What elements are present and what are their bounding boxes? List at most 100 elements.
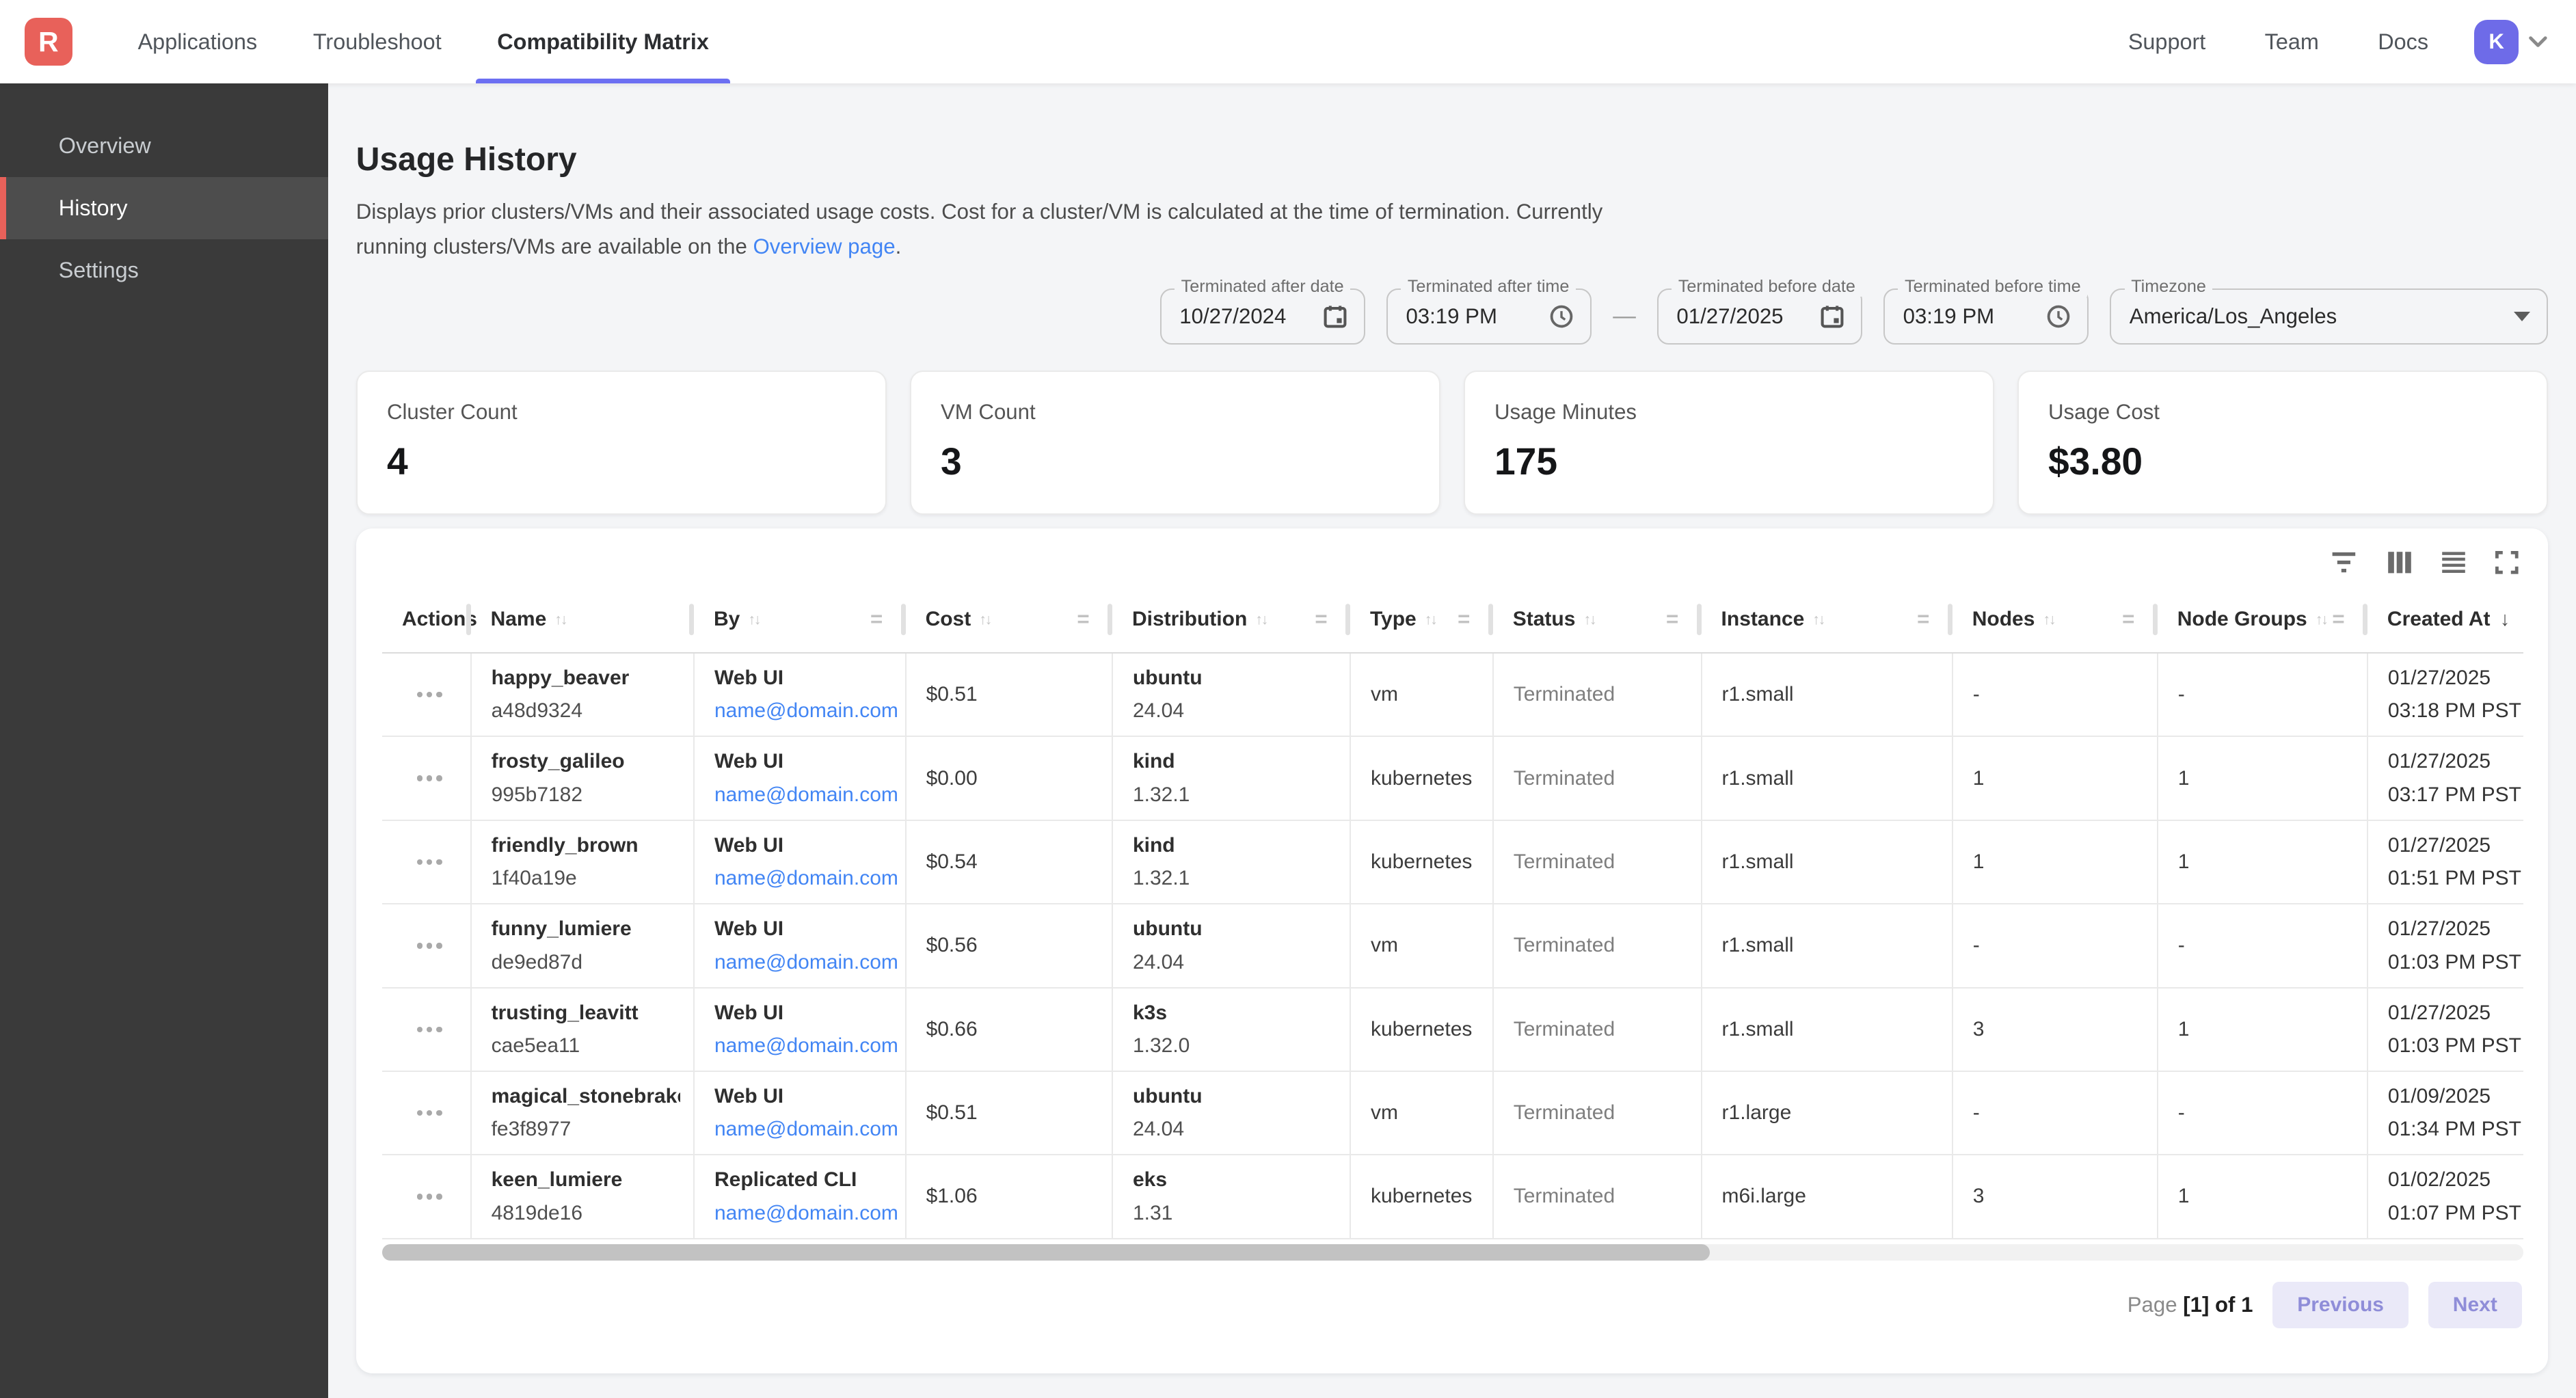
column-menu-icon[interactable]: = bbox=[1315, 607, 1327, 632]
sort-arrows-icon[interactable]: ↑↓ bbox=[1425, 610, 1436, 628]
column-header-node-groups[interactable]: Node Groups ↑↓ = bbox=[2158, 587, 2367, 653]
user-email-link[interactable]: name@domain.com bbox=[714, 867, 892, 890]
calendar-icon[interactable] bbox=[1820, 304, 1844, 329]
chevron-down-icon[interactable] bbox=[2528, 36, 2548, 49]
distribution-cell: k3s 1.32.0 bbox=[1112, 988, 1350, 1071]
column-menu-icon[interactable]: = bbox=[870, 607, 883, 632]
sort-arrows-icon[interactable]: ↑↓ bbox=[1812, 610, 1824, 628]
nav-item-docs[interactable]: Docs bbox=[2348, 0, 2458, 83]
fullscreen-icon[interactable] bbox=[2495, 551, 2519, 574]
calendar-icon[interactable] bbox=[1323, 304, 1347, 329]
table-horizontal-scrollbar[interactable] bbox=[382, 1244, 2523, 1261]
status-cell: Terminated bbox=[1493, 988, 1702, 1071]
filter-icon[interactable] bbox=[2330, 552, 2358, 573]
user-email-link[interactable]: name@domain.com bbox=[714, 699, 892, 723]
column-header-cost[interactable]: Cost ↑↓ = bbox=[906, 587, 1112, 653]
column-resize-handle[interactable] bbox=[2153, 604, 2158, 636]
column-menu-icon[interactable]: = bbox=[2122, 607, 2134, 632]
row-actions-button[interactable] bbox=[410, 937, 448, 956]
column-resize-handle[interactable] bbox=[1108, 604, 1112, 636]
nav-item-team[interactable]: Team bbox=[2235, 0, 2348, 83]
previous-page-button[interactable]: Previous bbox=[2272, 1282, 2409, 1328]
column-resize-handle[interactable] bbox=[689, 604, 694, 636]
clock-icon[interactable] bbox=[2046, 304, 2071, 329]
column-resize-handle[interactable] bbox=[1697, 604, 1702, 636]
column-header-instance[interactable]: Instance ↑↓ = bbox=[1702, 587, 1953, 653]
sort-arrows-icon[interactable]: ↑↓ bbox=[554, 610, 566, 628]
column-menu-icon[interactable]: = bbox=[1458, 607, 1470, 632]
status-cell: Terminated bbox=[1493, 820, 1702, 904]
terminated-after-time-field[interactable]: Terminated after time 03:19 PM bbox=[1386, 288, 1592, 345]
instance-value: r1.small bbox=[1722, 683, 1794, 705]
column-resize-handle[interactable] bbox=[1488, 604, 1493, 636]
sort-arrows-icon[interactable]: ↑↓ bbox=[2316, 610, 2327, 628]
timezone-select[interactable]: Timezone America/Los_Angeles bbox=[2110, 288, 2548, 345]
node-groups-value: - bbox=[2178, 934, 2185, 956]
sidebar: Overview History Settings bbox=[0, 83, 328, 1397]
column-header-status[interactable]: Status ↑↓ = bbox=[1493, 587, 1702, 653]
name-cell: trusting_leavitt cae5ea11 bbox=[471, 988, 694, 1071]
column-header-created-at[interactable]: Created At ↓ bbox=[2367, 587, 2523, 653]
created-by-source: Web UI bbox=[714, 917, 892, 941]
row-actions-button[interactable] bbox=[410, 685, 448, 704]
user-email-link[interactable]: name@domain.com bbox=[714, 951, 892, 974]
distribution-cell: ubuntu 24.04 bbox=[1112, 904, 1350, 987]
user-email-link[interactable]: name@domain.com bbox=[714, 1118, 892, 1141]
terminated-before-date-field[interactable]: Terminated before date 01/27/2025 bbox=[1657, 288, 1862, 345]
table-row: frosty_galileo 995b7182 Web UI name@doma… bbox=[382, 736, 2523, 820]
sort-arrows-icon[interactable]: ↑↓ bbox=[2043, 610, 2054, 628]
nav-item-support[interactable]: Support bbox=[2099, 0, 2236, 83]
avatar[interactable]: K bbox=[2474, 20, 2519, 64]
columns-icon[interactable] bbox=[2387, 551, 2412, 574]
sort-arrows-icon[interactable]: ↑↓ bbox=[748, 610, 760, 628]
column-resize-handle[interactable] bbox=[1345, 604, 1350, 636]
sort-desc-icon[interactable]: ↓ bbox=[2500, 608, 2510, 631]
actions-cell bbox=[382, 1155, 471, 1238]
next-page-button[interactable]: Next bbox=[2428, 1282, 2522, 1328]
column-resize-handle[interactable] bbox=[2363, 604, 2367, 636]
column-header-name[interactable]: Name ↑↓ bbox=[471, 587, 694, 653]
replicated-logo[interactable]: R bbox=[25, 18, 72, 66]
column-menu-icon[interactable]: = bbox=[1077, 607, 1089, 632]
distribution-version: 1.32.0 bbox=[1133, 1034, 1337, 1058]
column-header-distribution[interactable]: Distribution ↑↓ = bbox=[1112, 587, 1350, 653]
column-menu-icon[interactable]: = bbox=[1917, 607, 1929, 632]
density-icon[interactable] bbox=[2441, 551, 2466, 574]
column-resize-handle[interactable] bbox=[466, 604, 471, 636]
overview-page-link[interactable]: Overview page bbox=[753, 234, 896, 258]
column-menu-icon[interactable]: = bbox=[1666, 607, 1678, 632]
column-header-nodes[interactable]: Nodes ↑↓ = bbox=[1953, 587, 2158, 653]
sort-arrows-icon[interactable]: ↑↓ bbox=[979, 610, 991, 628]
scrollbar-thumb[interactable] bbox=[382, 1244, 1710, 1261]
column-resize-handle[interactable] bbox=[901, 604, 906, 636]
clock-icon[interactable] bbox=[1549, 304, 1574, 329]
sidebar-item-overview[interactable]: Overview bbox=[0, 115, 328, 177]
nav-item-troubleshoot[interactable]: Troubleshoot bbox=[285, 0, 469, 83]
user-email-link[interactable]: name@domain.com bbox=[714, 1202, 892, 1225]
range-separator: — bbox=[1613, 304, 1636, 330]
row-actions-button[interactable] bbox=[410, 1103, 448, 1123]
terminated-after-date-field[interactable]: Terminated after date 10/27/2024 bbox=[1160, 288, 1365, 345]
nav-item-applications[interactable]: Applications bbox=[110, 0, 285, 83]
row-actions-button[interactable] bbox=[410, 1187, 448, 1207]
sort-arrows-icon[interactable]: ↑↓ bbox=[1583, 610, 1595, 628]
column-menu-icon[interactable]: = bbox=[2332, 607, 2344, 632]
column-resize-handle[interactable] bbox=[1948, 604, 1953, 636]
nav-item-compatibility-matrix[interactable]: Compatibility Matrix bbox=[469, 0, 736, 83]
user-email-link[interactable]: name@domain.com bbox=[714, 783, 892, 807]
column-header-by[interactable]: By ↑↓ = bbox=[694, 587, 906, 653]
sort-arrows-icon[interactable]: ↑↓ bbox=[1255, 610, 1267, 628]
status-badge: Terminated bbox=[1514, 767, 1615, 790]
created-by-source: Web UI bbox=[714, 667, 892, 690]
terminated-before-time-field[interactable]: Terminated before time 03:19 PM bbox=[1883, 288, 2089, 345]
type-cell: vm bbox=[1350, 904, 1493, 987]
user-email-link[interactable]: name@domain.com bbox=[714, 1034, 892, 1058]
sidebar-item-history[interactable]: History bbox=[0, 177, 328, 239]
sidebar-item-settings[interactable]: Settings bbox=[0, 239, 328, 301]
by-cell: Web UI name@domain.com bbox=[694, 904, 906, 987]
column-header-type[interactable]: Type ↑↓ = bbox=[1350, 587, 1493, 653]
row-actions-button[interactable] bbox=[410, 852, 448, 872]
row-actions-button[interactable] bbox=[410, 1020, 448, 1039]
created-date: 01/27/2025 bbox=[2388, 834, 2510, 857]
row-actions-button[interactable] bbox=[410, 769, 448, 788]
